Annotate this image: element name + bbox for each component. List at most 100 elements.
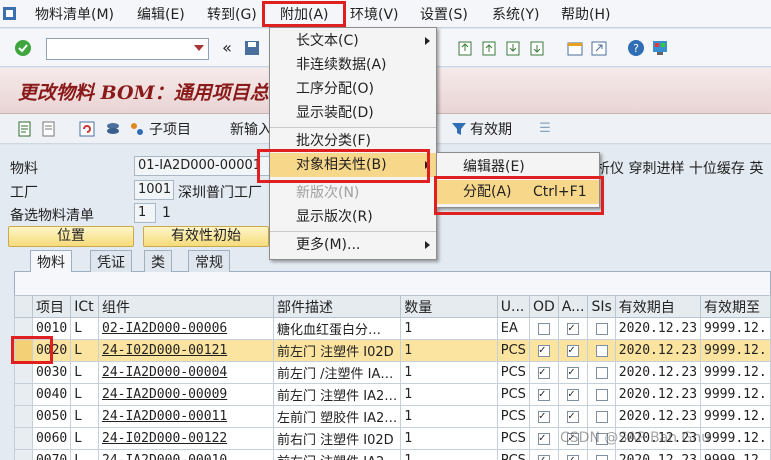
cell-valid-from[interactable]: 2020.12.23 bbox=[614, 317, 702, 340]
layout-icon[interactable] bbox=[651, 39, 669, 57]
cell-valid-to[interactable]: 9999.12. bbox=[700, 361, 771, 384]
cell-valid-from[interactable]: 2020.12.23 bbox=[614, 339, 702, 362]
refresh-icon[interactable] bbox=[78, 120, 96, 138]
cell-sis[interactable] bbox=[587, 383, 616, 406]
cell-od[interactable] bbox=[528, 427, 559, 450]
row-selector[interactable] bbox=[14, 383, 33, 406]
menu-edit[interactable]: 编辑(E) bbox=[137, 4, 185, 24]
cell-component[interactable]: 24-IA2D000-00010 bbox=[98, 449, 274, 460]
cell-component-text[interactable]: 24-I02D000-00121 bbox=[102, 343, 227, 358]
checkbox[interactable] bbox=[567, 453, 580, 460]
help-icon[interactable]: ? bbox=[627, 39, 645, 57]
checkbox[interactable] bbox=[537, 387, 550, 401]
table-row[interactable]: 0030 L 24-IA2D000-00004 前左门 /注塑件 IA… 1 PCS 202… bbox=[14, 361, 771, 384]
cell-component[interactable]: 24-I02D000-00121 bbox=[98, 339, 274, 362]
alt-bom-field[interactable]: 1 bbox=[134, 203, 156, 223]
cell-od[interactable] bbox=[528, 449, 559, 460]
row-selector[interactable] bbox=[14, 361, 33, 384]
cell-sis[interactable] bbox=[587, 449, 616, 460]
position-button[interactable]: 位置 bbox=[8, 226, 134, 247]
format-icon[interactable]: ☰ bbox=[536, 120, 554, 138]
cell-component-text[interactable]: 24-IA2D000-00011 bbox=[102, 409, 227, 424]
cell-valid-to[interactable]: 9999.12. bbox=[700, 427, 771, 450]
menu-settings[interactable]: 设置(S) bbox=[420, 4, 468, 24]
menu-item-long-text[interactable]: 长文本(C) bbox=[270, 29, 436, 53]
cell-description[interactable]: 前左门 注塑件 IA2… bbox=[272, 383, 402, 406]
last-page-icon[interactable] bbox=[528, 39, 546, 57]
cell-item[interactable]: 0010 bbox=[31, 317, 72, 340]
table-row[interactable]: 0070 L 24-IA2D000-00010 前右门 注塑件 IA2… 1 PCS 202… bbox=[14, 449, 771, 460]
menu-goto[interactable]: 转到(G) bbox=[207, 4, 257, 24]
cell-a[interactable] bbox=[557, 361, 589, 384]
checkbox[interactable] bbox=[567, 387, 580, 401]
cell-a[interactable] bbox=[557, 317, 589, 340]
cell-quantity[interactable]: 1 bbox=[400, 427, 498, 450]
cell-a[interactable] bbox=[557, 449, 589, 460]
cell-description[interactable]: 前左门 /注塑件 IA… bbox=[272, 361, 402, 384]
cell-item[interactable]: 0020 bbox=[31, 339, 72, 362]
checkbox[interactable] bbox=[567, 365, 580, 379]
checkbox[interactable] bbox=[595, 322, 608, 335]
cell-item[interactable]: 0070 bbox=[31, 449, 72, 460]
menu-item-operation-assign[interactable]: 工序分配(O) bbox=[270, 77, 436, 101]
cell-valid-to[interactable]: 9999.12. bbox=[700, 383, 771, 406]
cell-unit[interactable]: PCS bbox=[496, 383, 530, 406]
cell-description[interactable]: 前右门 注塑件 I02D bbox=[272, 427, 402, 450]
menu-item-discontinuation[interactable]: 非连续数据(A) bbox=[270, 53, 436, 77]
menu-item-display-assembly[interactable]: 显示装配(D) bbox=[270, 101, 436, 125]
tab-general[interactable]: 常规 bbox=[188, 250, 230, 272]
cell-component-text[interactable]: 24-IA2D000-00010 bbox=[102, 453, 227, 460]
cell-valid-from[interactable]: 2020.12.23 bbox=[614, 449, 702, 460]
menu-item-batch-class[interactable]: 批次分类(F) bbox=[270, 129, 436, 153]
row-selector-header[interactable] bbox=[14, 295, 33, 318]
filter-icon[interactable] bbox=[450, 120, 468, 138]
row-selector[interactable] bbox=[14, 317, 33, 340]
cell-valid-from[interactable]: 2020.12.23 bbox=[614, 383, 702, 406]
cell-item[interactable]: 0050 bbox=[31, 405, 72, 428]
cell-description[interactable]: 左前门 塑胶件 IA2… bbox=[272, 405, 402, 428]
cell-quantity[interactable]: 1 bbox=[400, 361, 498, 384]
table-row[interactable]: 0010 L 02-IA2D000-00006 糖化血红蛋白分… 1 EA 2020.12.… bbox=[14, 317, 771, 340]
cell-od[interactable] bbox=[528, 317, 559, 340]
cell-ict[interactable]: L bbox=[70, 383, 99, 406]
row-selector[interactable] bbox=[14, 339, 33, 362]
table-row[interactable]: 0040 L 24-IA2D000-00009 前左门 注塑件 IA2… 1 PCS 202… bbox=[14, 383, 771, 406]
col-item[interactable]: 项目 bbox=[31, 295, 72, 318]
checkbox[interactable] bbox=[537, 322, 550, 335]
cell-description[interactable]: 前左门 注塑件 I02D bbox=[272, 339, 402, 362]
menu-item-editor[interactable]: 编辑器(E) bbox=[437, 155, 599, 179]
col-valid-from[interactable]: 有效期自 bbox=[614, 295, 702, 318]
cell-sis[interactable] bbox=[587, 405, 616, 428]
cell-component-text[interactable]: 24-I02D000-00122 bbox=[102, 431, 227, 446]
table-row[interactable]: 0050 L 24-IA2D000-00011 左前门 塑胶件 IA2… 1 PCS 202… bbox=[14, 405, 771, 428]
chevron-down-icon[interactable] bbox=[194, 45, 204, 51]
stack-icon[interactable] bbox=[104, 120, 122, 138]
checkbox[interactable] bbox=[595, 410, 608, 423]
menu-extras[interactable]: 附加(A) bbox=[280, 4, 329, 24]
prev-page-icon[interactable] bbox=[480, 39, 498, 57]
cell-sis[interactable] bbox=[587, 317, 616, 340]
cell-component-text[interactable]: 24-IA2D000-00009 bbox=[102, 387, 227, 402]
cell-description[interactable]: 糖化血红蛋白分… bbox=[272, 317, 402, 340]
cell-valid-from[interactable]: 2020.12.23 bbox=[614, 361, 702, 384]
cell-quantity[interactable]: 1 bbox=[400, 449, 498, 460]
col-sis[interactable]: SIs bbox=[587, 295, 616, 318]
plant-field[interactable]: 1001 bbox=[134, 180, 174, 200]
col-unit[interactable]: U... bbox=[496, 295, 530, 318]
command-field[interactable] bbox=[46, 38, 209, 60]
cell-valid-to[interactable]: 9999.12. bbox=[700, 317, 771, 340]
col-ict[interactable]: ICt bbox=[70, 295, 99, 318]
row-selector[interactable] bbox=[14, 427, 33, 450]
document-icon[interactable] bbox=[16, 120, 34, 138]
tab-document[interactable]: 凭证 bbox=[90, 250, 132, 272]
cell-component[interactable]: 24-I02D000-00122 bbox=[98, 427, 274, 450]
cell-unit[interactable]: PCS bbox=[496, 427, 530, 450]
first-page-icon[interactable] bbox=[456, 39, 474, 57]
material-field[interactable]: 01-IA2D000-00001 bbox=[134, 156, 270, 176]
validity-button[interactable]: 有效期 bbox=[470, 119, 512, 139]
save-icon[interactable] bbox=[243, 39, 261, 57]
cell-ict[interactable]: L bbox=[70, 339, 99, 362]
document-arrow-icon[interactable] bbox=[40, 120, 58, 138]
cell-sis[interactable] bbox=[587, 361, 616, 384]
row-selector[interactable] bbox=[14, 405, 33, 428]
